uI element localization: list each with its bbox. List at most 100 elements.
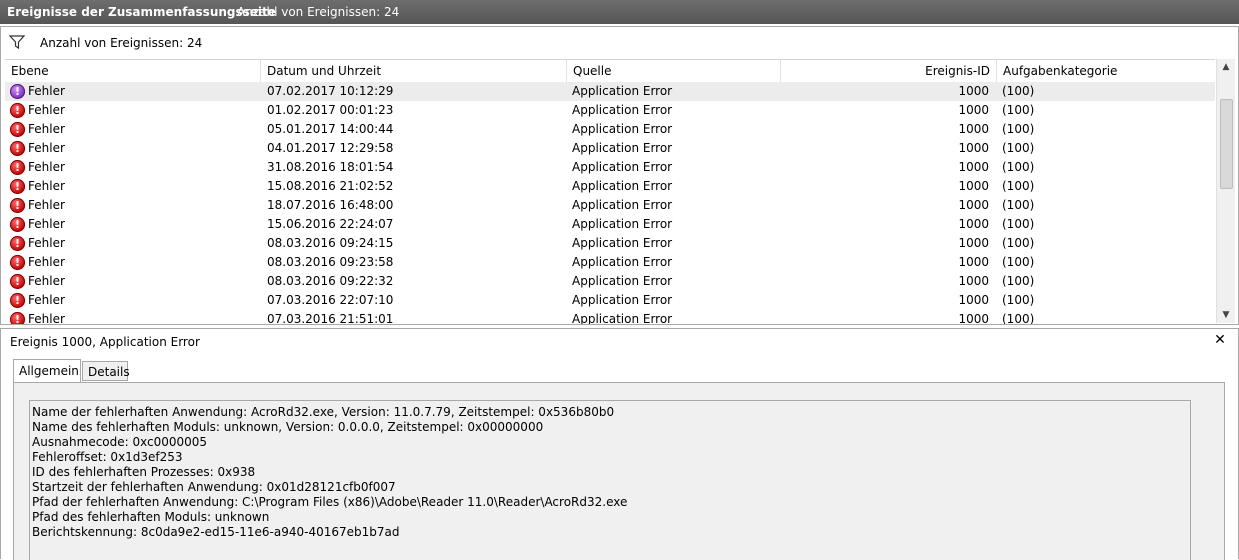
events-scrollbar[interactable]: ▲ ▼ [1216, 59, 1235, 323]
cell-source: Application Error [572, 160, 673, 174]
column-header-ebene[interactable]: Ebene [5, 60, 261, 82]
cell-level: Fehler [28, 198, 65, 212]
description-line: Ausnahmecode: 0xc0000005 [32, 435, 208, 449]
cell-event-id: 1000 [958, 160, 989, 174]
cell-source: Application Error [572, 198, 673, 212]
cell-source: Application Error [572, 103, 673, 117]
cell-date: 07.02.2017 10:12:29 [267, 84, 394, 98]
table-row[interactable]: ! Fehler 01.02.2017 00:01:23 Application Er… [5, 101, 1215, 120]
cell-level: Fehler [28, 312, 65, 324]
cell-date: 15.08.2016 21:02:52 [267, 179, 394, 193]
table-row[interactable]: ! Fehler 07.02.2017 10:12:29 Application Er… [5, 82, 1215, 101]
cell-event-id: 1000 [958, 198, 989, 212]
cell-event-id: 1000 [958, 255, 989, 269]
cell-date: 07.03.2016 22:07:10 [267, 293, 394, 307]
table-row[interactable]: ! Fehler 04.01.2017 12:29:58 Application Er… [5, 139, 1215, 158]
table-row[interactable]: ! Fehler 07.03.2016 22:07:10 Application Er… [5, 291, 1215, 310]
cell-source: Application Error [572, 122, 673, 136]
error-icon: ! [10, 179, 25, 194]
scroll-down-icon[interactable]: ▼ [1217, 307, 1235, 323]
cell-level: Fehler [28, 293, 65, 307]
close-icon[interactable]: ✕ [1212, 332, 1228, 348]
error-icon: ! [10, 198, 25, 213]
filter-bar: Anzahl von Ereignissen: 24 [1, 27, 1238, 57]
general-tab-panel: Name der fehlerhaften Anwendung: AcroRd3… [13, 382, 1225, 560]
table-row[interactable]: ! Fehler 08.03.2016 09:23:58 Application Er… [5, 253, 1215, 272]
cell-date: 08.03.2016 09:23:58 [267, 255, 394, 269]
column-header-ereignis-id[interactable]: Ereignis-ID [781, 60, 997, 82]
cell-source: Application Error [572, 236, 673, 250]
description-line: ID des fehlerhaften Prozesses: 0x938 [32, 465, 256, 479]
cell-source: Application Error [572, 255, 673, 269]
cell-category: (100) [1002, 312, 1035, 324]
error-icon: ! [10, 217, 25, 232]
cell-category: (100) [1002, 236, 1035, 250]
column-header-aufgabenkategorie[interactable]: Aufgabenkategorie [997, 60, 1215, 82]
error-icon: ! [10, 293, 25, 308]
cell-date: 08.03.2016 09:24:15 [267, 236, 394, 250]
description-line: Pfad des fehlerhaften Moduls: unknown [32, 510, 270, 524]
summary-events-title: Ereignisse der Zusammenfassungsseite [7, 5, 276, 19]
cell-category: (100) [1002, 198, 1035, 212]
table-row[interactable]: ! Fehler 15.08.2016 21:02:52 Application Er… [5, 177, 1215, 196]
error-icon: ! [10, 312, 25, 324]
cell-date: 15.06.2016 22:24:07 [267, 217, 394, 231]
table-row[interactable]: ! Fehler 08.03.2016 09:24:15 Application Er… [5, 234, 1215, 253]
event-description-box[interactable]: Name der fehlerhaften Anwendung: AcroRd3… [29, 400, 1191, 560]
cell-source: Application Error [572, 274, 673, 288]
error-icon: ! [10, 160, 25, 175]
description-line: Pfad der fehlerhaften Anwendung: C:\Prog… [32, 495, 628, 509]
cell-event-id: 1000 [958, 103, 989, 117]
cell-category: (100) [1002, 103, 1035, 117]
table-row[interactable]: ! Fehler 05.01.2017 14:00:44 Application Er… [5, 120, 1215, 139]
cell-category: (100) [1002, 141, 1035, 155]
table-row[interactable]: ! Fehler 08.03.2016 09:22:32 Application Er… [5, 272, 1215, 291]
scroll-up-icon[interactable]: ▲ [1217, 59, 1235, 75]
cell-category: (100) [1002, 293, 1035, 307]
cell-date: 08.03.2016 09:22:32 [267, 274, 394, 288]
cell-level: Fehler [28, 217, 65, 231]
events-table-body: ! Fehler 07.02.2017 10:12:29 Application Er… [5, 82, 1215, 324]
cell-source: Application Error [572, 312, 673, 324]
cell-category: (100) [1002, 84, 1035, 98]
error-icon: ! [10, 255, 25, 270]
error-icon: ! [10, 274, 25, 289]
cell-date: 05.01.2017 14:00:44 [267, 122, 394, 136]
cell-date: 07.03.2016 21:51:01 [267, 312, 394, 324]
cell-level: Fehler [28, 274, 65, 288]
cell-category: (100) [1002, 255, 1035, 269]
filter-count-text: Anzahl von Ereignissen: 24 [40, 36, 203, 50]
cell-source: Application Error [572, 84, 673, 98]
cell-level: Fehler [28, 141, 65, 155]
table-row[interactable]: ! Fehler 07.03.2016 21:51:01 Application Er… [5, 310, 1215, 324]
error-icon: ! [10, 122, 25, 137]
cell-category: (100) [1002, 217, 1035, 231]
cell-event-id: 1000 [958, 122, 989, 136]
cell-level: Fehler [28, 236, 65, 250]
summary-events-titlebar: Ereignisse der Zusammenfassungsseite Anz… [0, 0, 1239, 24]
cell-category: (100) [1002, 274, 1035, 288]
table-row[interactable]: ! Fehler 15.06.2016 22:24:07 Application Er… [5, 215, 1215, 234]
cell-event-id: 1000 [958, 236, 989, 250]
cell-source: Application Error [572, 141, 673, 155]
column-header-quelle[interactable]: Quelle [567, 60, 781, 82]
cell-category: (100) [1002, 160, 1035, 174]
cell-source: Application Error [572, 217, 673, 231]
tab-details[interactable]: Details [82, 361, 130, 381]
table-row[interactable]: ! Fehler 18.07.2016 16:48:00 Application Er… [5, 196, 1215, 215]
cell-level: Fehler [28, 122, 65, 136]
error-icon: ! [10, 103, 25, 118]
event-count-label: Anzahl von Ereignissen: 24 [237, 5, 400, 19]
filter-icon[interactable] [8, 34, 26, 50]
cell-event-id: 1000 [958, 293, 989, 307]
tab-allgemein[interactable]: Allgemein [13, 359, 81, 383]
column-header-datum[interactable]: Datum und Uhrzeit [261, 60, 567, 82]
scrollbar-thumb[interactable] [1220, 99, 1233, 189]
description-line: Startzeit der fehlerhaften Anwendung: 0x… [32, 480, 396, 494]
cell-date: 18.07.2016 16:48:00 [267, 198, 394, 212]
cell-source: Application Error [572, 293, 673, 307]
table-row[interactable]: ! Fehler 31.08.2016 18:01:54 Application Er… [5, 158, 1215, 177]
cell-date: 01.02.2017 00:01:23 [267, 103, 394, 117]
error-icon: ! [10, 236, 25, 251]
cell-date: 04.01.2017 12:29:58 [267, 141, 394, 155]
